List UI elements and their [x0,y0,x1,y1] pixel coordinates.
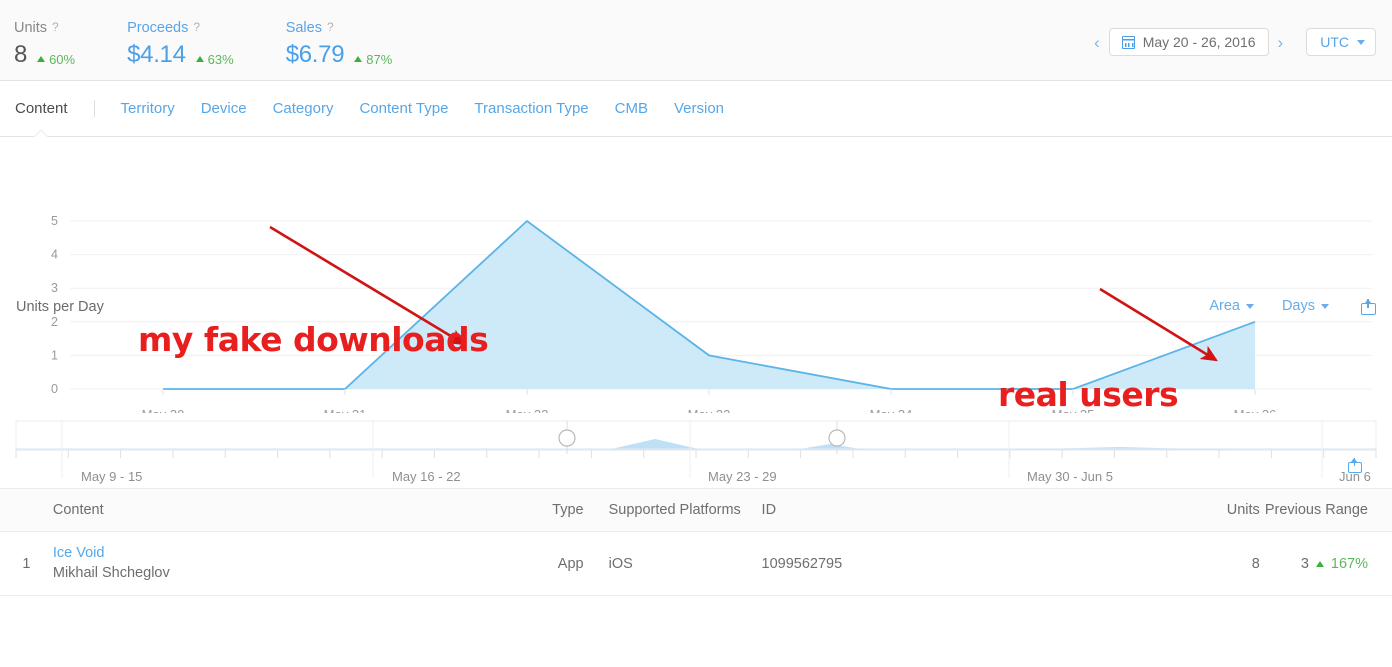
col-type-header[interactable]: Type [530,488,584,532]
y-axis-tick-label: 4 [51,248,58,262]
navigator-range-label: May 9 - 15 [81,469,142,484]
dimension-tabs: Content Territory Device Category Conten… [0,81,1392,137]
metric-proceeds[interactable]: Proceeds? $4.14 63% [127,18,256,69]
metric-units-label-text: Units [14,20,48,36]
y-axis-tick-label: 3 [51,281,58,295]
y-axis-tick-label: 1 [51,348,58,362]
navigator-track[interactable]: May 9 - 15 May 16 - 22 May 23 - 29 May 30 -… [0,413,1392,488]
triangle-up-icon [37,56,46,62]
timezone-label: UTC [1320,34,1349,50]
tab-cmb[interactable]: CMB [615,100,648,117]
previous-period-button[interactable]: ‹ [1085,34,1109,51]
app-title-link[interactable]: Ice Void [53,544,531,563]
annotation-fake-downloads: my fake downloads [138,320,489,359]
tab-device[interactable]: Device [201,100,247,117]
timeline-navigator[interactable]: May 9 - 15 May 16 - 22 May 23 - 29 May 30 -… [0,413,1392,488]
col-content-header[interactable]: Content [52,488,531,532]
triangle-up-icon [354,56,363,62]
tab-content[interactable]: Content [15,100,68,117]
help-icon[interactable]: ? [327,18,334,36]
units-per-day-chart-panel: Units per Day Area Days 012345May 20May … [0,137,1392,414]
annotation-arrow [1099,287,1218,362]
col-previous-range-header[interactable]: Previous Range [1259,488,1392,532]
table-export-button[interactable] [1348,456,1362,478]
metric-sales-value: $6.79 [285,41,345,68]
navigator-handle-left[interactable] [558,429,576,447]
row-type: App [530,531,584,596]
export-arrow [1351,457,1357,466]
tab-version[interactable]: Version [674,100,724,117]
chart-plot-area: 012345May 20May 21May 22May 23May 24May … [51,214,1372,413]
date-range-picker[interactable]: May 20 - 26, 2016 [1108,28,1269,56]
next-period-button[interactable]: › [1269,34,1293,51]
timezone-select[interactable]: UTC [1306,28,1376,56]
metric-sales-label: Sales? [286,18,393,37]
metric-sales-delta-text: 87% [366,51,393,67]
metric-proceeds-row: $4.14 63% [127,41,234,69]
metric-proceeds-label: Proceeds? [127,18,234,37]
metric-units-value: 8 [14,41,28,68]
previous-range-value: 3 [1300,555,1309,572]
y-axis-tick-label: 0 [51,382,58,396]
help-icon[interactable]: ? [193,18,200,36]
chevron-down-icon [1357,39,1365,45]
content-table: Content Type Supported Platforms ID Unit… [0,488,1392,596]
row-previous-range: 3 167% [1259,531,1392,596]
metric-sales-delta: 87% [354,52,392,67]
metric-units-row: 8 60% [14,41,75,69]
table-body: 1 Ice Void Mikhail Shcheglov App iOS 109… [0,531,1392,596]
metric-proceeds-label-text: Proceeds [127,20,189,36]
metric-sales[interactable]: Sales? $6.79 87% [286,18,415,69]
calendar-icon [1121,35,1135,49]
date-range-label: May 20 - 26, 2016 [1142,34,1256,50]
export-icon[interactable] [1348,456,1362,473]
table-header: Content Type Supported Platforms ID Unit… [0,488,1392,532]
tab-transaction-type[interactable]: Transaction Type [474,100,588,117]
metric-units-label: Units? [14,18,75,37]
active-tab-notch [33,129,48,137]
table-row[interactable]: 1 Ice Void Mikhail Shcheglov App iOS 109… [0,531,1392,596]
metric-units[interactable]: Units? 8 60% [14,18,97,88]
col-platforms-header[interactable]: Supported Platforms [583,488,762,532]
row-platforms: iOS [583,531,762,596]
col-id-header[interactable]: ID [761,488,1189,532]
help-icon[interactable]: ? [52,18,59,36]
previous-range-wrap: 3 167% [1301,556,1368,572]
metric-proceeds-delta: 63% [195,51,234,67]
chart-area-fill [163,221,1255,389]
content-table-area: Content Type Supported Platforms ID Unit… [0,457,1392,596]
annotation-real-users: real users [998,375,1179,414]
previous-range-delta: 167% [1330,555,1368,572]
tab-territory[interactable]: Territory [121,100,175,117]
tab-divider [93,100,95,117]
tab-category[interactable]: Category [273,100,334,117]
col-units-header[interactable]: Units [1188,488,1260,532]
metric-proceeds-delta-text: 63% [207,51,234,67]
metric-sales-label-text: Sales [285,20,322,36]
navigator-frame [15,420,1377,451]
y-axis-tick-label: 5 [51,214,58,228]
metric-sales-row: $6.79 87% [286,41,393,69]
metric-units-delta: 60% [37,52,75,67]
row-index: 1 [0,531,53,596]
date-range-controls: ‹ May 20 - 26, 2016 › UTC [1085,28,1376,56]
app-developer: Mikhail Shcheglov [52,565,170,581]
row-units: 8 [1188,531,1260,596]
metrics-summary-bar: Units? 8 60% Proceeds? $4.14 63% Sales? … [0,0,1392,88]
table-header-row: Content Type Supported Platforms ID Unit… [0,488,1392,532]
col-index-header[interactable] [0,488,53,532]
row-content-cell: Ice Void Mikhail Shcheglov [52,531,531,596]
metric-units-delta-text: 60% [49,51,76,67]
metric-list: Units? 8 60% Proceeds? $4.14 63% Sales? … [0,0,444,88]
tab-content-type[interactable]: Content Type [359,100,448,117]
y-axis-tick-label: 2 [51,315,58,329]
metric-proceeds-value: $4.14 [127,41,186,68]
navigator-range-label: May 30 - Jun 5 [1027,469,1113,484]
navigator-handle-right[interactable] [828,429,846,447]
triangle-up-icon [195,56,204,62]
navigator-range-label: May 23 - 29 [708,469,777,484]
navigator-range-label: May 16 - 22 [392,469,461,484]
row-id: 1099562795 [761,531,1189,596]
triangle-up-icon [1315,560,1324,567]
